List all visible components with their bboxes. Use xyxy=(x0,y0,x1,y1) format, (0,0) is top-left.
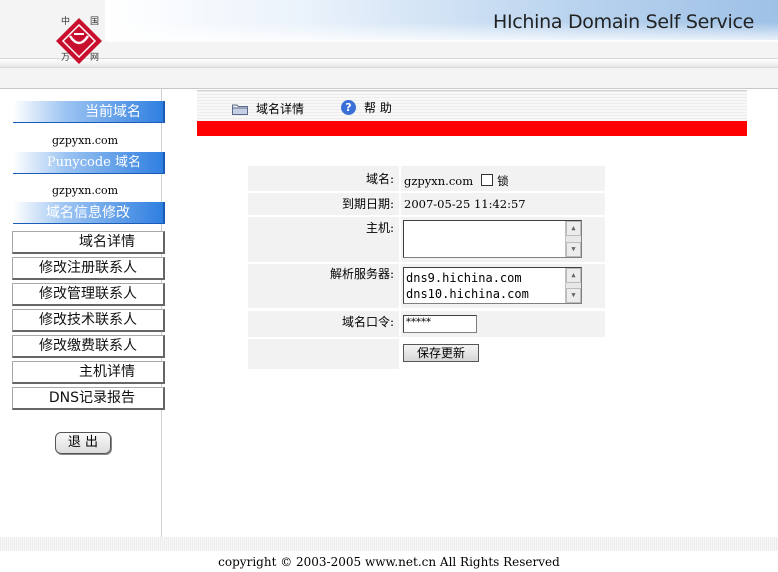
domain-detail-link[interactable]: 域名详情 xyxy=(232,100,304,117)
password-label: 域名口令: xyxy=(248,311,399,337)
logout-button[interactable]: 退 出 xyxy=(55,432,111,454)
scroll-up-icon[interactable]: ▲ xyxy=(566,268,581,283)
dns-textarea[interactable]: dns9.hichina.com dns10.hichina.com ▲ ▼ xyxy=(403,267,582,304)
lock-checkbox[interactable] xyxy=(481,174,494,186)
sidebar-item-dns-report[interactable]: DNS记录报告 xyxy=(12,387,165,410)
copyright-text: copyright © 2003-2005 www.net.cn All Rig… xyxy=(218,555,560,569)
logo-diamond-icon xyxy=(56,18,102,64)
hichina-logo: 中 国 万 网 xyxy=(50,14,108,64)
help-link[interactable]: ? 帮 助 xyxy=(341,99,392,116)
help-icon: ? xyxy=(341,100,356,115)
dns-scrollbar[interactable]: ▲ ▼ xyxy=(565,268,581,303)
scroll-down-icon[interactable]: ▼ xyxy=(566,288,581,303)
domain-detail-link-label: 域名详情 xyxy=(256,102,305,116)
sidebar-item-billing-contact[interactable]: 修改缴费联系人 xyxy=(12,335,165,358)
dns-label: 解析服务器: xyxy=(248,264,399,308)
modify-info-header: 域名信息修改 xyxy=(13,202,165,224)
form-row-dns: 解析服务器: dns9.hichina.com dns10.hichina.co… xyxy=(248,264,605,308)
header-banner: HIchina Domain Self Service 中 国 万 网 xyxy=(0,0,778,89)
logo-char: 国 xyxy=(90,17,100,27)
sidebar-item-tech-contact[interactable]: 修改技术联系人 xyxy=(12,309,165,332)
sidebar: 当前域名 gzpyxn.com Punycode 域名 gzpyxn.com 域… xyxy=(0,88,165,537)
folder-icon xyxy=(232,103,248,115)
logo-char: 中 xyxy=(61,17,71,27)
toolbar: 域名详情 ? 帮 助 xyxy=(197,90,747,122)
form-row-save: 保存更新 xyxy=(248,339,605,369)
host-textarea[interactable]: ▲ ▼ xyxy=(403,220,582,258)
form-row-domain: 域名: gzpyxn.com 锁 xyxy=(248,166,605,191)
domain-value: gzpyxn.com xyxy=(404,174,474,188)
sidebar-item-domain-detail[interactable]: 域名详情 xyxy=(12,231,165,254)
header-divider-band xyxy=(0,58,778,68)
app-title: HIchina Domain Self Service xyxy=(492,11,754,33)
scroll-down-icon[interactable]: ▼ xyxy=(566,242,581,257)
sidebar-item-admin-contact[interactable]: 修改管理联系人 xyxy=(12,283,165,306)
help-link-label: 帮 助 xyxy=(364,101,392,115)
current-domain-header: 当前域名 xyxy=(13,101,165,123)
expiry-label: 到期日期: xyxy=(248,193,399,215)
scroll-up-icon[interactable]: ▲ xyxy=(566,221,581,236)
password-input[interactable]: ***** xyxy=(403,315,477,333)
red-divider-bar xyxy=(197,121,747,136)
logo-char: 万 xyxy=(61,53,71,63)
save-button[interactable]: 保存更新 xyxy=(403,344,479,362)
footer-band xyxy=(0,537,778,551)
domain-value-cell: gzpyxn.com 锁 xyxy=(401,166,605,191)
expiry-value: 2007-05-25 11:42:57 xyxy=(401,193,605,215)
host-scrollbar[interactable]: ▲ ▼ xyxy=(565,221,581,257)
punycode-domain-value: gzpyxn.com xyxy=(52,184,119,197)
current-domain-value: gzpyxn.com xyxy=(52,134,119,147)
dns-server-line: dns9.hichina.com xyxy=(406,271,522,285)
sidebar-item-host-detail[interactable]: 主机详情 xyxy=(12,361,165,384)
form-row-password: 域名口令: ***** xyxy=(248,311,605,337)
lock-label: 锁 xyxy=(497,174,509,188)
dns-server-line: dns10.hichina.com xyxy=(406,287,529,301)
form-row-expiry: 到期日期: 2007-05-25 11:42:57 xyxy=(248,193,605,215)
logo-char: 网 xyxy=(90,53,100,63)
punycode-domain-header: Punycode 域名 xyxy=(13,152,165,174)
host-label: 主机: xyxy=(248,217,399,262)
domain-label: 域名: xyxy=(248,166,399,191)
form-row-host: 主机: ▲ ▼ xyxy=(248,217,605,262)
sidebar-item-registrant-contact[interactable]: 修改注册联系人 xyxy=(12,257,165,280)
save-row-label-cell xyxy=(248,339,399,369)
